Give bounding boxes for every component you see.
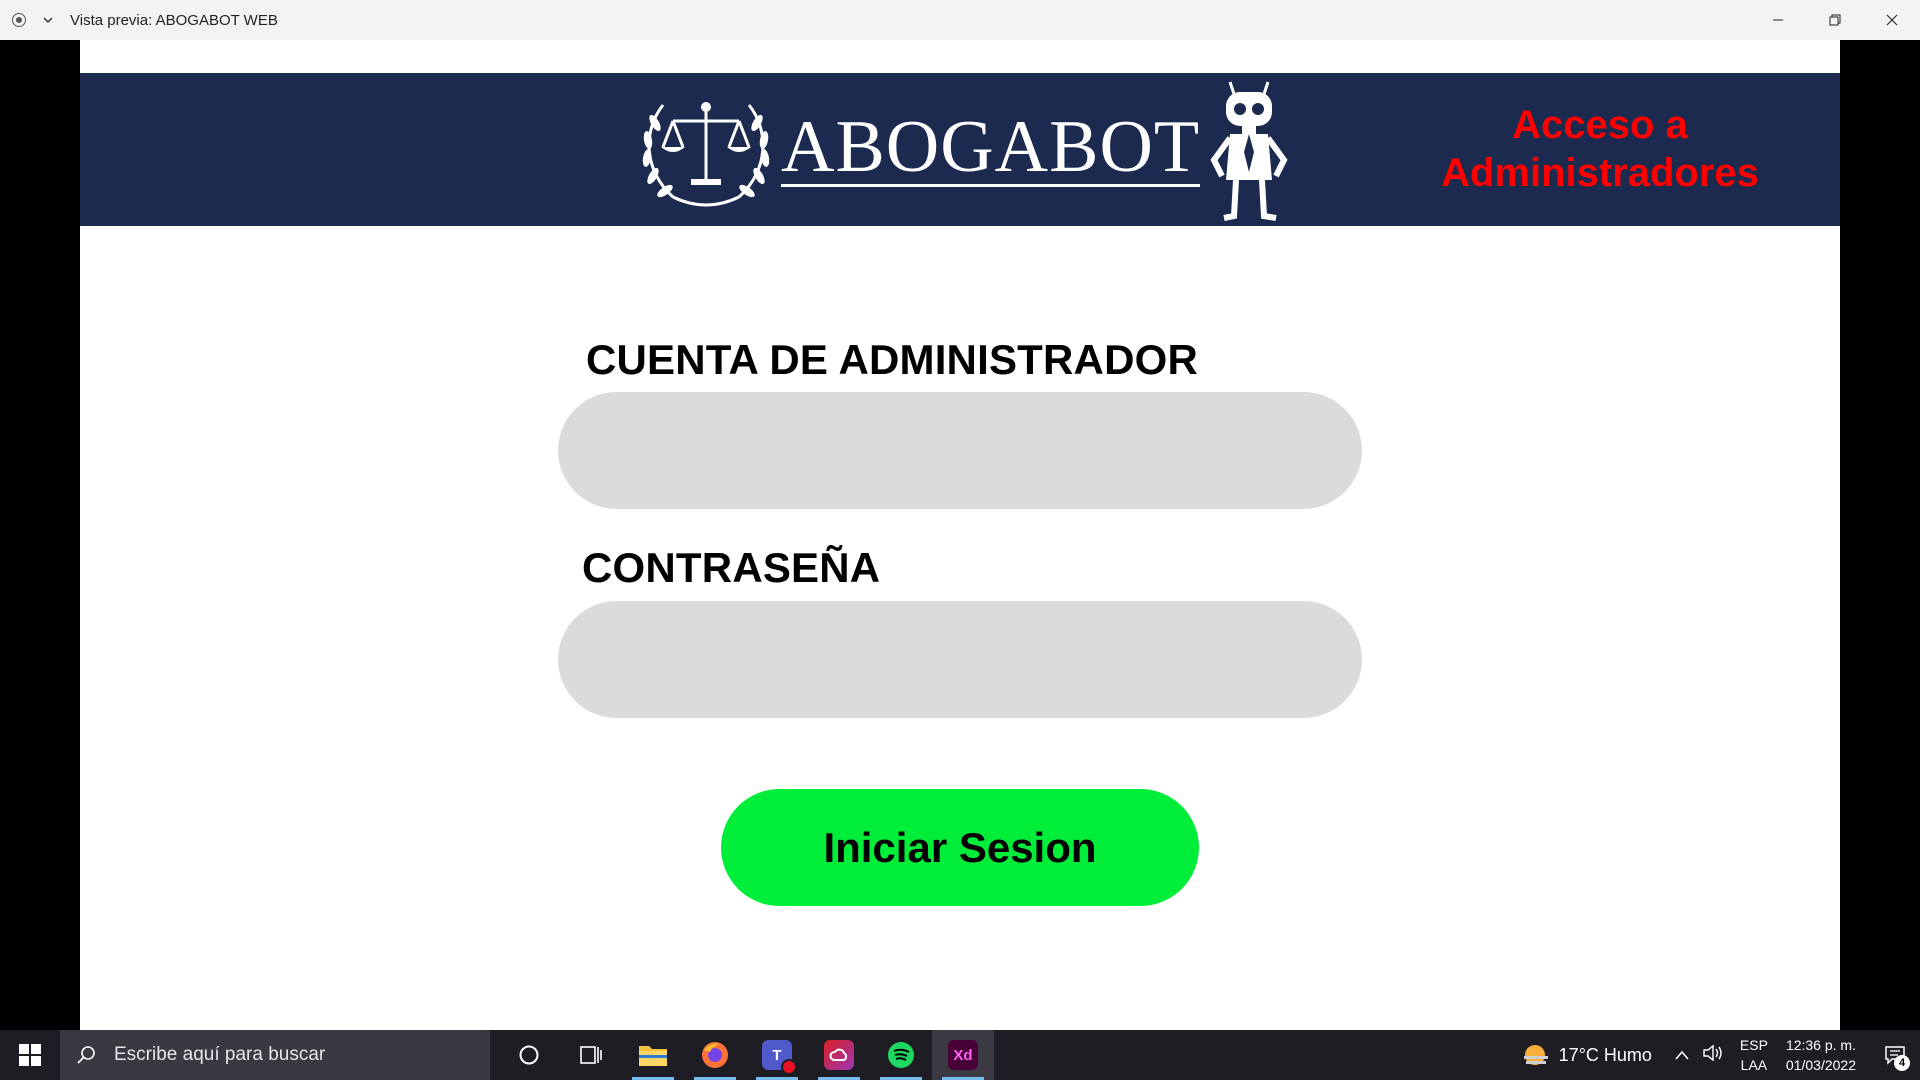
clock-date: 01/03/2022 xyxy=(1785,1057,1856,1073)
cortana-icon[interactable] xyxy=(498,1030,560,1080)
language-indicator[interactable]: ESP LAA xyxy=(1740,1035,1768,1075)
language-code: ESP xyxy=(1739,1037,1768,1053)
teams-icon[interactable]: T xyxy=(746,1030,808,1080)
minimize-button[interactable] xyxy=(1749,0,1806,40)
preview-record-icon[interactable] xyxy=(12,13,26,27)
password-input[interactable] xyxy=(558,601,1362,718)
file-explorer-icon[interactable] xyxy=(622,1030,684,1080)
logo-text: ABOGABOT xyxy=(781,105,1201,188)
notification-count-badge: 4 xyxy=(1894,1055,1910,1071)
chevron-down-icon[interactable] xyxy=(40,12,56,28)
scales-of-justice-emblem-icon xyxy=(642,101,770,206)
robot-lawyer-icon xyxy=(1210,81,1288,221)
restore-button[interactable] xyxy=(1806,0,1863,40)
notification-center-button[interactable]: 4 xyxy=(1870,1030,1920,1080)
start-button[interactable] xyxy=(0,1030,60,1080)
account-label: CUENTA DE ADMINISTRADOR xyxy=(586,336,1199,383)
chevron-up-icon[interactable] xyxy=(1672,1050,1692,1060)
windows-logo-icon xyxy=(19,1044,41,1066)
account-input[interactable] xyxy=(558,392,1362,509)
taskbar-clock[interactable]: 12:36 p. m. 01/03/2022 xyxy=(1786,1035,1856,1075)
search-placeholder: Escribe aquí para buscar xyxy=(114,1044,326,1065)
volume-icon[interactable] xyxy=(1702,1044,1726,1067)
admin-access-heading: Acceso a Administradores xyxy=(1441,103,1759,195)
close-button[interactable] xyxy=(1863,0,1920,40)
weather-widget[interactable]: 17°C Humo xyxy=(1523,1043,1652,1067)
weather-icon xyxy=(1523,1045,1548,1065)
taskbar-search-box[interactable]: Escribe aquí para buscar xyxy=(60,1030,490,1080)
keyboard-layout: LAA xyxy=(1740,1057,1768,1073)
window-title: Vista previa: ABOGABOT WEB xyxy=(70,11,278,29)
clock-time: 12:36 p. m. xyxy=(1785,1037,1856,1053)
window-titlebar: Vista previa: ABOGABOT WEB xyxy=(0,0,1920,40)
password-label: CONTRASEÑA xyxy=(582,544,881,591)
preview-margin-right xyxy=(1840,40,1920,1030)
abogabot-logo: ABOGABOT xyxy=(633,73,1290,226)
search-icon xyxy=(77,1046,95,1064)
firefox-icon[interactable] xyxy=(684,1030,746,1080)
task-view-icon[interactable] xyxy=(560,1030,622,1080)
windows-taskbar: Escribe aquí para buscar T Xd 17°C Humo xyxy=(0,1030,1920,1080)
login-button[interactable]: Iniciar Sesion xyxy=(721,789,1199,906)
creative-cloud-icon[interactable] xyxy=(808,1030,870,1080)
artboard: ABOGABOT Acceso a Administradores CUENTA xyxy=(80,40,1840,1030)
site-header: ABOGABOT Acceso a Administradores xyxy=(80,73,1840,226)
spotify-icon[interactable] xyxy=(870,1030,932,1080)
preview-margin-left xyxy=(0,40,80,1030)
adobe-xd-icon[interactable]: Xd xyxy=(932,1030,994,1080)
weather-text: 17°C Humo xyxy=(1558,1044,1652,1065)
